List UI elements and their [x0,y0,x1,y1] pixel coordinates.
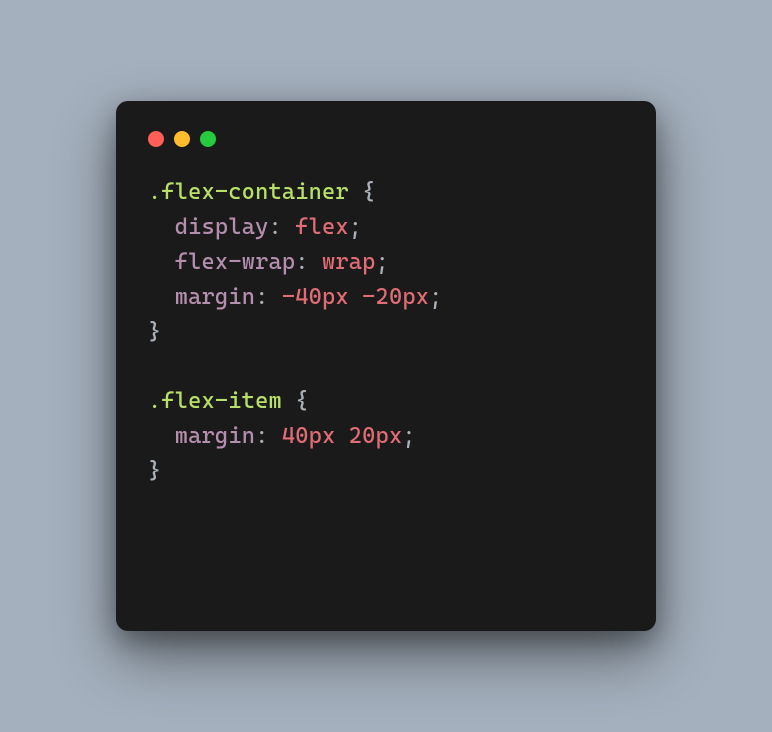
indent [148,284,175,310]
window-titlebar [148,125,624,175]
value: -40px -20px [282,284,429,310]
minimize-icon[interactable] [174,131,190,147]
space [349,179,362,205]
code-window: .flex-container { display: flex; flex-wr… [116,101,656,631]
space [268,423,281,449]
close-brace: } [148,319,161,345]
open-brace: { [362,179,375,205]
colon: : [255,423,268,449]
value: 40px 20px [282,423,402,449]
indent [148,423,175,449]
semicolon: ; [376,249,389,275]
property: margin [175,423,255,449]
selector: .flex-container [148,179,349,205]
space [282,214,295,240]
indent [148,214,175,240]
property: margin [175,284,255,310]
property: flex-wrap [175,249,295,275]
zoom-icon[interactable] [200,131,216,147]
close-brace: } [148,458,161,484]
space [309,249,322,275]
space [282,388,295,414]
semicolon: ; [429,284,442,310]
colon: : [255,284,268,310]
value: flex [295,214,349,240]
value: wrap [322,249,376,275]
close-icon[interactable] [148,131,164,147]
property: display [175,214,269,240]
code-block: .flex-container { display: flex; flex-wr… [148,175,624,489]
colon: : [295,249,308,275]
semicolon: ; [349,214,362,240]
indent [148,249,175,275]
open-brace: { [295,388,308,414]
selector: .flex-item [148,388,282,414]
colon: : [268,214,281,240]
space [268,284,281,310]
semicolon: ; [402,423,415,449]
